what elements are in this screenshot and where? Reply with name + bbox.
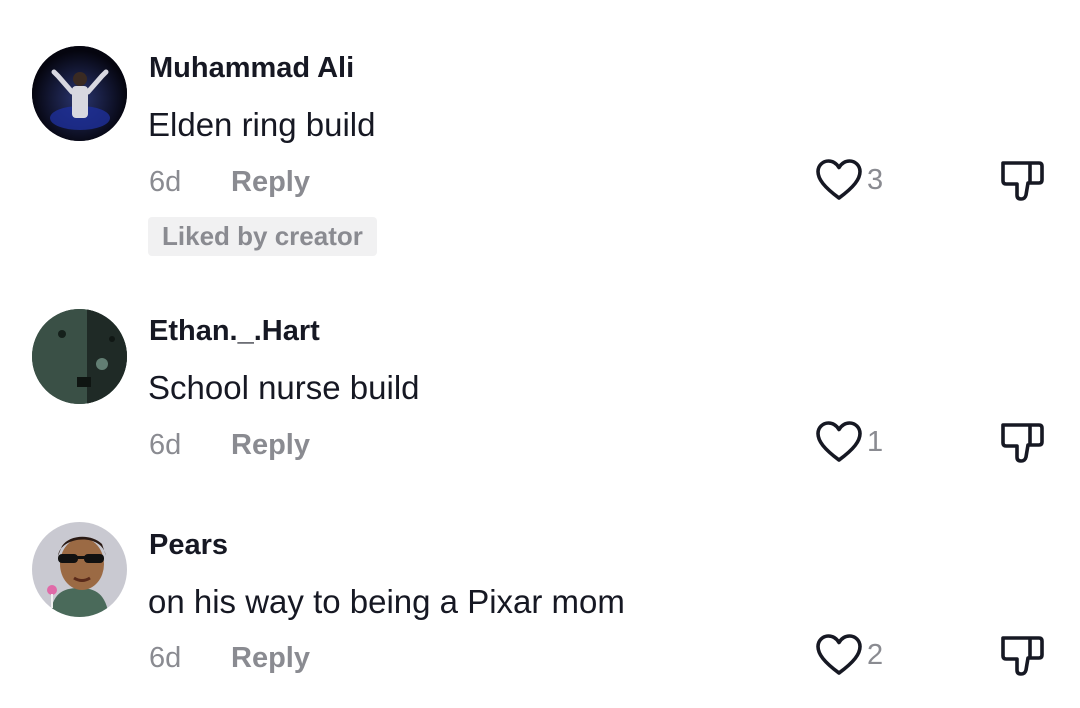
reply-button[interactable]: Reply <box>231 642 310 675</box>
avatar[interactable] <box>32 522 127 617</box>
comment-item: Pears on his way to being a Pixar mom 6d… <box>0 0 1080 708</box>
cartoon-avatar <box>32 522 127 617</box>
comment-text: on his way to being a Pixar mom <box>148 583 625 620</box>
like-count: 2 <box>867 638 884 671</box>
comment-username[interactable]: Pears <box>149 529 228 562</box>
like-button[interactable]: 2 <box>815 633 883 677</box>
heart-outline-icon <box>815 633 863 677</box>
thumbs-down-icon <box>999 632 1045 678</box>
dislike-button[interactable] <box>999 632 1045 678</box>
comment-age: 6d <box>149 642 182 674</box>
